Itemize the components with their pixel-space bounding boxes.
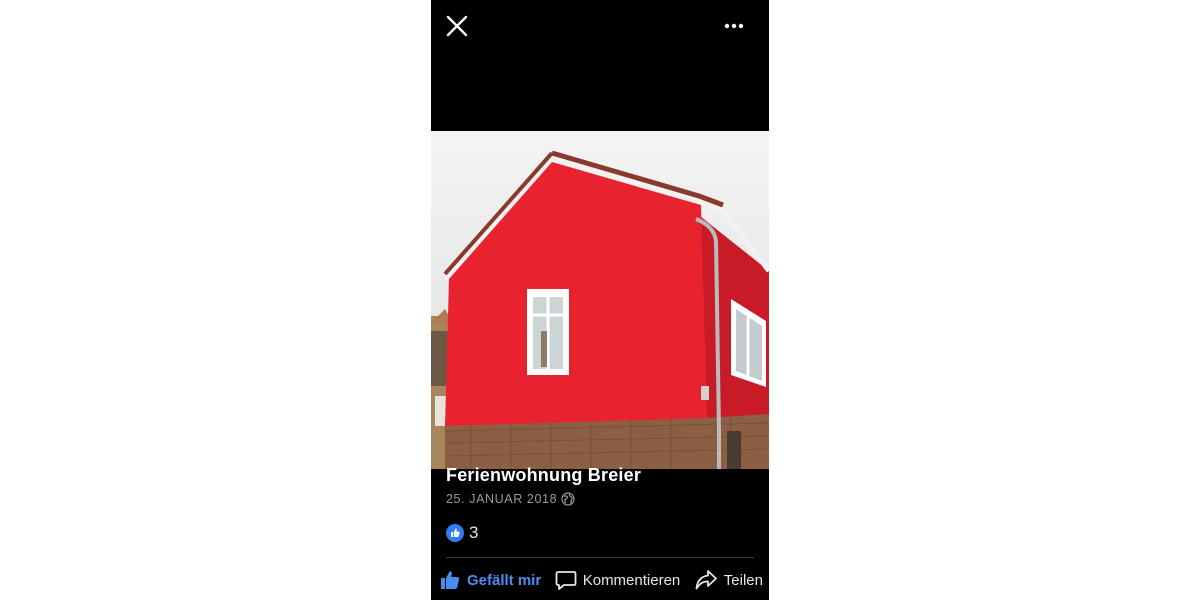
comment-button[interactable]: Kommentieren — [555, 569, 681, 591]
globe-icon — [561, 492, 575, 506]
page-name[interactable]: Ferienwohnung Breier — [446, 465, 641, 486]
divider — [446, 557, 754, 558]
more-options-button[interactable] — [719, 14, 749, 38]
more-horizontal-icon — [724, 23, 744, 29]
reactions-summary[interactable]: 3 — [446, 522, 478, 544]
comment-bubble-icon — [555, 571, 577, 590]
post-meta: 25. JANUAR 2018 — [446, 491, 575, 507]
like-button[interactable]: Gefällt mir — [439, 569, 541, 591]
post-date[interactable]: 25. JANUAR 2018 — [446, 492, 557, 506]
red-house-image — [431, 131, 769, 469]
share-button[interactable]: Teilen — [694, 569, 763, 591]
post-photo[interactable] — [431, 131, 769, 469]
share-label: Teilen — [723, 571, 763, 589]
like-reaction-icon — [446, 524, 464, 542]
thumbs-up-icon — [441, 571, 460, 589]
like-label: Gefällt mir — [467, 571, 542, 589]
action-bar: Gefällt mir Kommentieren Teilen — [439, 566, 763, 594]
comment-label: Kommentieren — [582, 571, 681, 589]
share-arrow-icon — [695, 570, 717, 590]
close-button[interactable] — [443, 12, 471, 40]
photo-viewer: Ferienwohnung Breier 25. JANUAR 2018 3 G… — [431, 0, 769, 600]
reaction-count: 3 — [469, 523, 479, 542]
close-icon — [446, 15, 468, 37]
